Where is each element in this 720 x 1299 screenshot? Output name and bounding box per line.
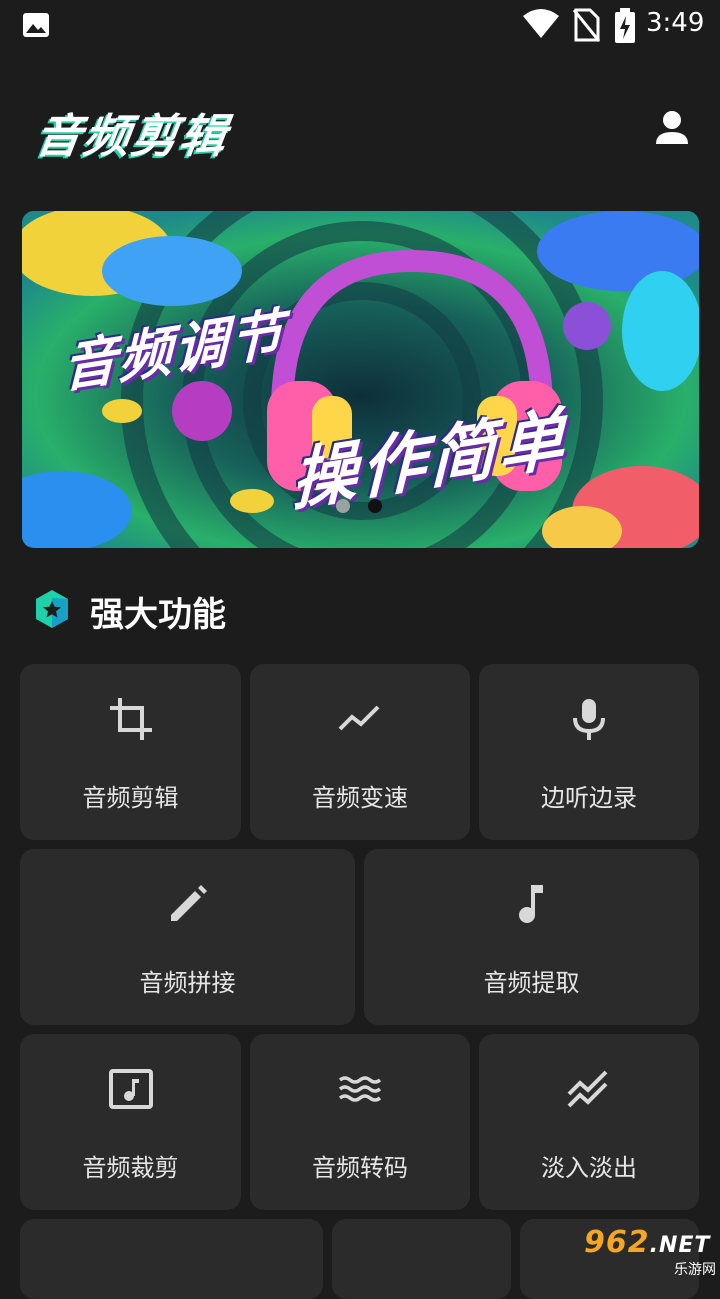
person-icon[interactable] [648,104,696,152]
feature-audio-convert[interactable]: 音频转码 [250,1034,470,1210]
trending-icon [338,705,380,731]
music-note-icon [518,885,543,923]
feature-audio-merge[interactable]: 音频拼接 [20,849,355,1025]
wifi-icon [523,9,559,38]
feature-label: 音频变速 [312,784,408,812]
feature-label: 音频拼接 [139,969,236,997]
watermark-subtitle: 乐游网 [674,1262,716,1278]
fade-icon [567,1070,608,1108]
feature-audio-extract[interactable]: 音频提取 [364,849,699,1025]
crop-icon [109,698,152,740]
feature-audio-trim[interactable]: 音频裁剪 [20,1034,241,1210]
feature-fade[interactable]: 淡入淡出 [479,1034,699,1210]
carousel-dot-active[interactable] [368,499,382,513]
feature-label: 音频提取 [483,969,580,997]
microphone-icon [573,699,605,740]
feature-tile-more[interactable] [332,1219,511,1299]
feature-audio-cut[interactable]: 音频剪辑 [20,664,241,840]
feature-label: 淡入淡出 [541,1154,637,1182]
feature-tile-more[interactable] [20,1219,323,1299]
feature-label: 边听边录 [541,784,637,812]
feature-record[interactable]: 边听边录 [479,664,699,840]
star-hexagon-icon [36,590,68,628]
feature-audio-speed[interactable]: 音频变速 [250,664,470,840]
feature-label: 音频转码 [312,1154,408,1182]
status-bar: 3:49 [0,0,720,50]
music-box-icon [108,1069,153,1109]
status-time: 3:49 [646,8,705,38]
watermark-logo: 962.NET [584,1225,711,1260]
image-icon [23,13,49,37]
waves-icon [338,1076,382,1102]
site-watermark: 962.NET 乐游网 [584,1225,716,1279]
pencil-icon [170,885,207,921]
page-title: 音频剪辑 [31,109,232,163]
promo-banner[interactable]: 音频调节 操作简单 [22,211,699,548]
carousel-dot[interactable] [336,499,350,513]
feature-label: 音频剪辑 [82,784,179,812]
battery-charging-icon [615,8,635,43]
no-sim-icon [572,8,600,42]
carousel-indicator [336,498,400,517]
feature-label: 音频裁剪 [82,1154,179,1182]
section-title: 强大功能 [90,595,226,635]
